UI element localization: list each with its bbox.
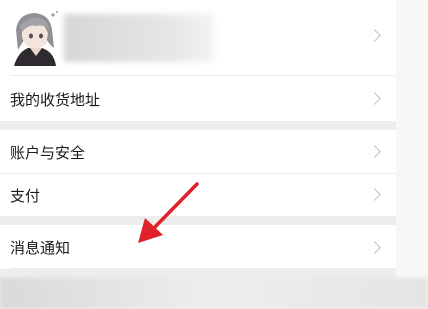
red-arrow-annotation [138, 182, 199, 243]
